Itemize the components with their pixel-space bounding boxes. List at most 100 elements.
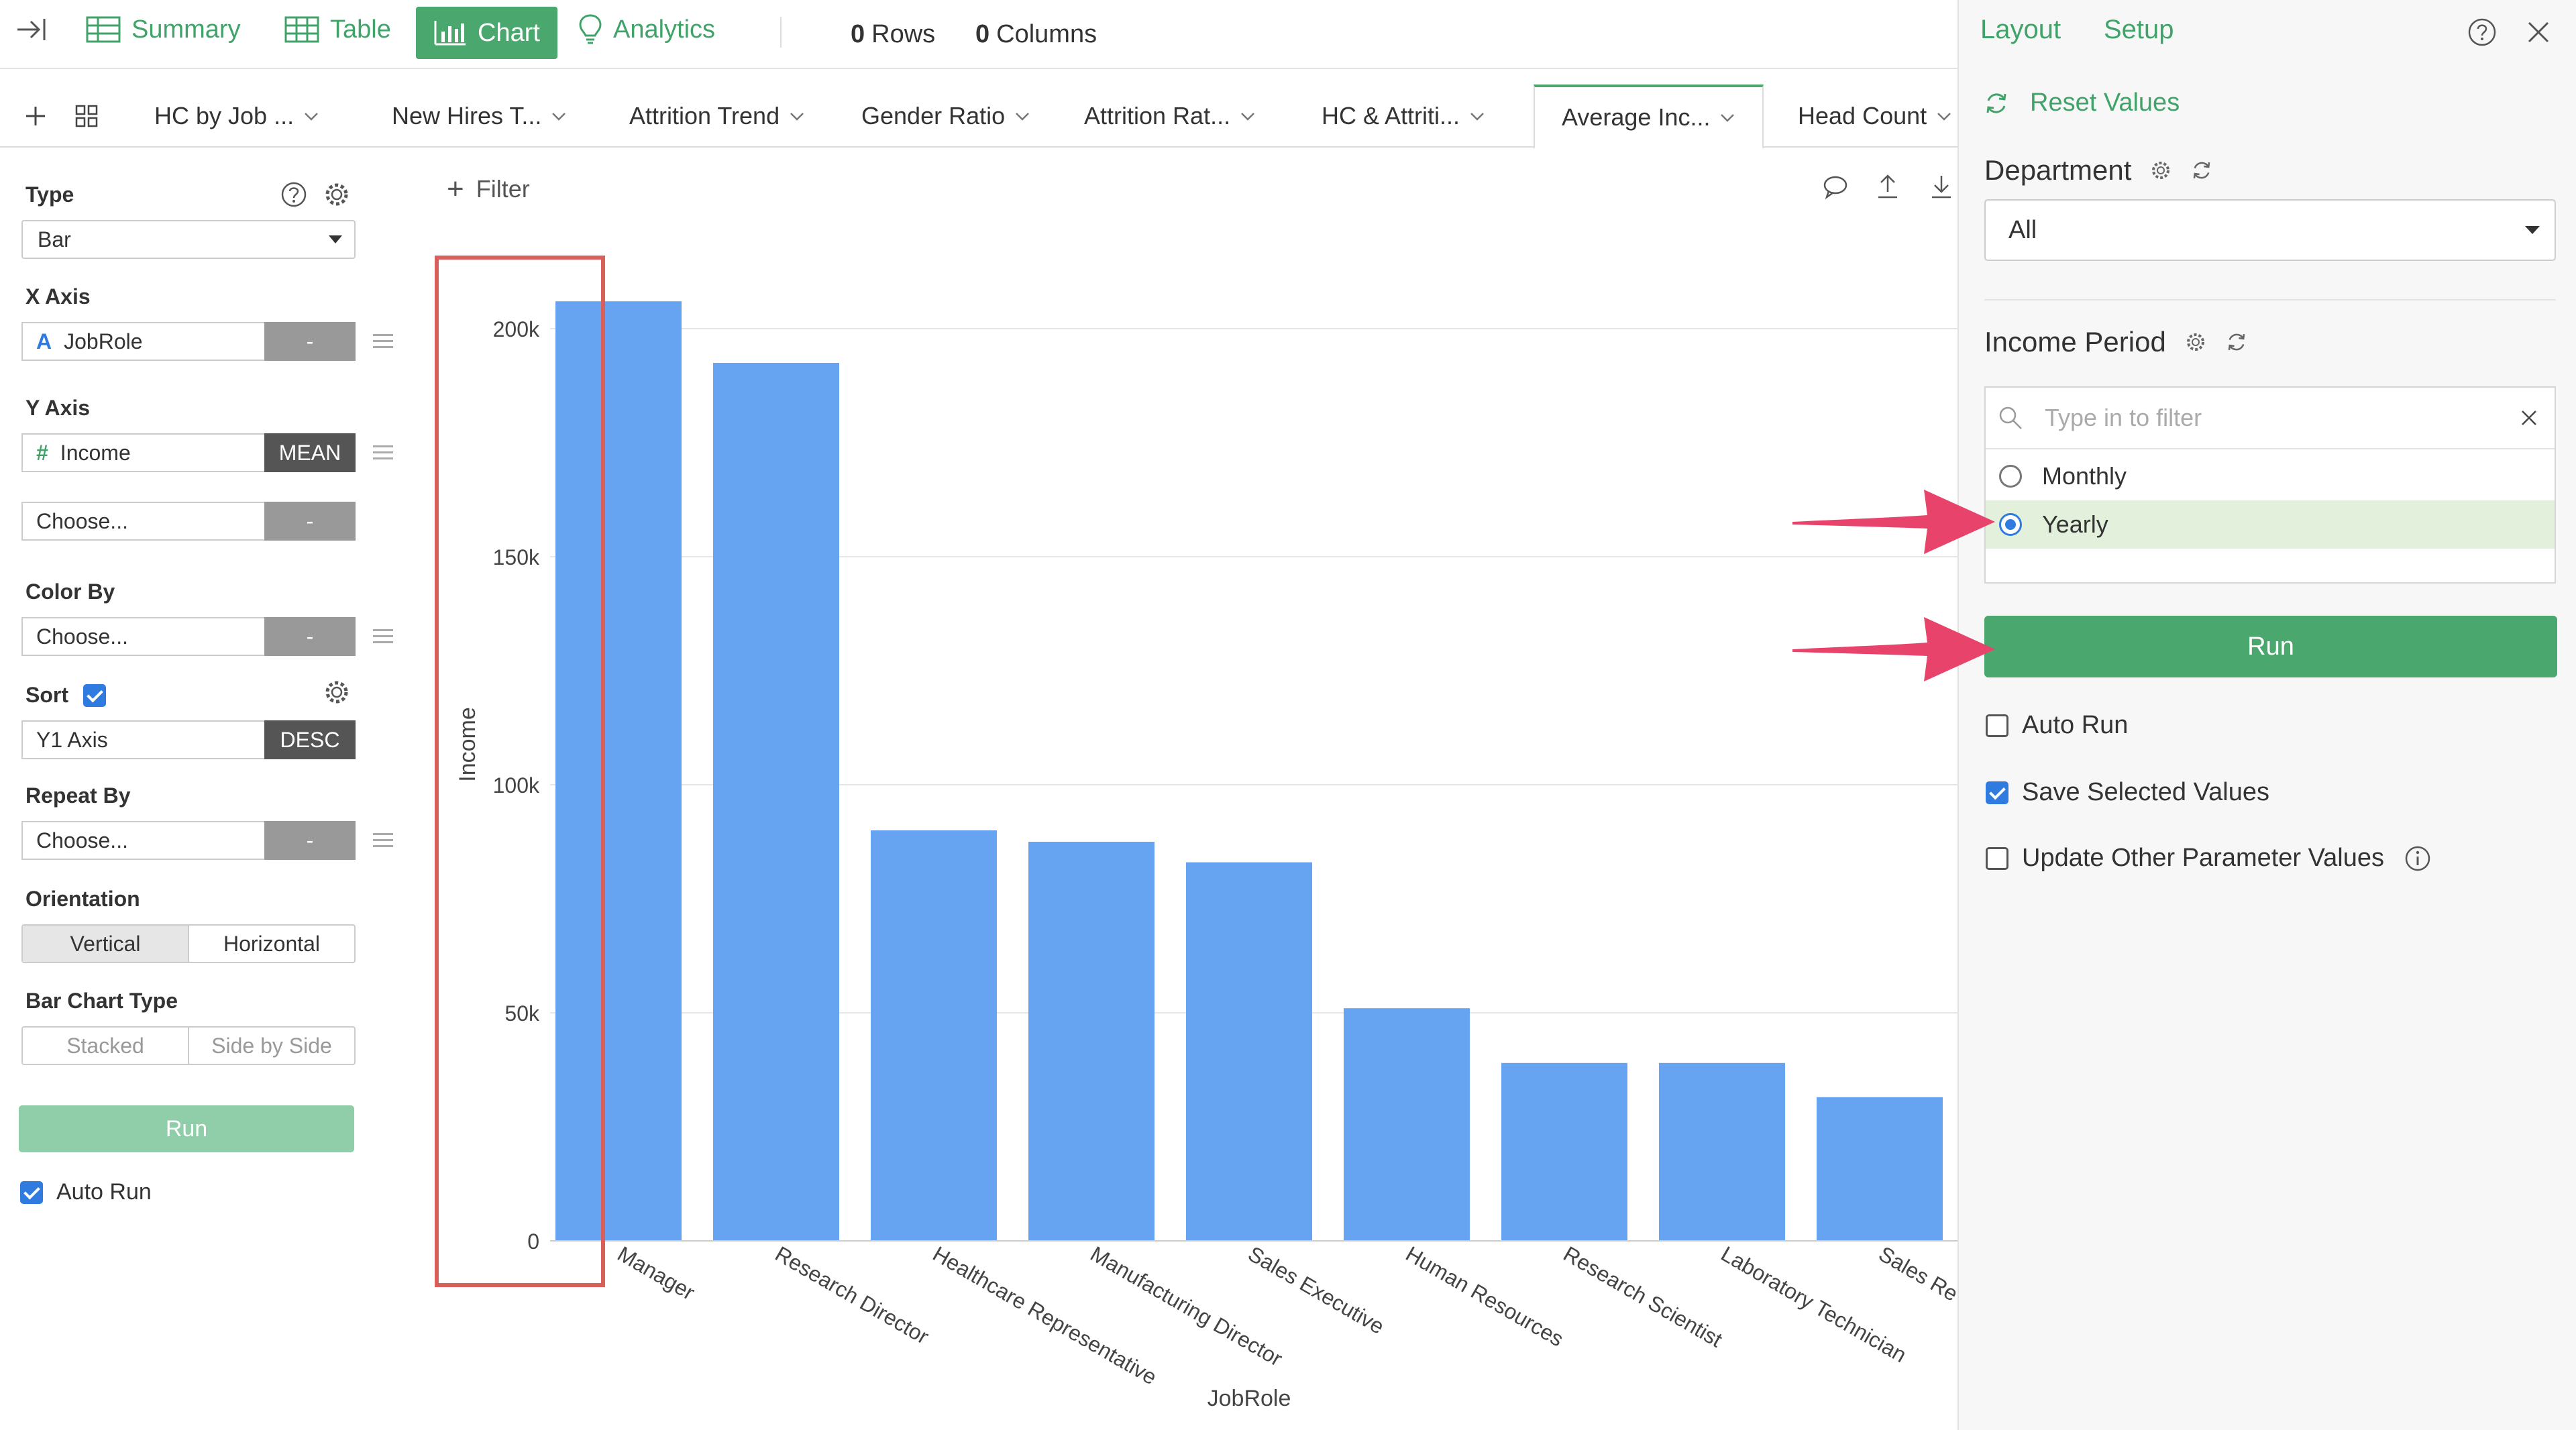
y2-axis-aggregation[interactable]: -	[264, 502, 356, 541]
clear-icon[interactable]	[2520, 408, 2538, 427]
update-other-checkbox[interactable]	[1986, 846, 2008, 870]
bar[interactable]	[1659, 1062, 1785, 1241]
tab-attrition-trend[interactable]: Attrition Trend	[629, 85, 805, 148]
yearly-label: Yearly	[2042, 510, 2108, 538]
gear-icon[interactable]	[323, 181, 350, 211]
bar[interactable]	[713, 363, 839, 1241]
add-filter-button[interactable]: + Filter	[447, 168, 530, 211]
info-icon[interactable]	[2404, 845, 2431, 872]
x-axis-field[interactable]: A JobRole -	[21, 322, 356, 361]
download-icon[interactable]	[1929, 173, 1953, 203]
chevron-down-icon[interactable]	[1240, 108, 1256, 124]
reset-values-button[interactable]: Reset Values	[1983, 89, 2180, 117]
x-tick-label: Manager	[614, 1242, 700, 1305]
nav-analytics[interactable]: Analytics	[578, 0, 715, 59]
chevron-down-icon[interactable]	[551, 108, 567, 124]
y-axis-aggregation[interactable]: MEAN	[264, 433, 356, 472]
nav-chart[interactable]: Chart	[416, 7, 557, 59]
search-icon	[1999, 406, 2022, 429]
add-tab-icon[interactable]	[24, 85, 47, 148]
gear-icon[interactable]	[2150, 160, 2171, 181]
setup-tab[interactable]: Setup	[2104, 15, 2174, 45]
drag-handle-icon[interactable]	[373, 629, 393, 644]
period-option-yearly[interactable]: Yearly	[1986, 500, 2555, 549]
bar-chart: 050k100k150k200k Manager Research Directo…	[455, 301, 1957, 1411]
rows-count: 0 Rows	[851, 0, 935, 69]
chart-config-panel: Type Bar X Axis A JobRole - Y Axis # Inc…	[9, 149, 398, 1430]
chevron-down-icon[interactable]	[1719, 109, 1735, 125]
comment-icon[interactable]	[1822, 173, 1849, 203]
department-select[interactable]: All	[1984, 199, 2556, 261]
chevron-down-icon[interactable]	[789, 108, 805, 124]
x-axis-column[interactable]: A JobRole	[21, 322, 264, 361]
nav-summary[interactable]: Summary	[86, 0, 241, 59]
repeat-by-field[interactable]: Choose... -	[21, 821, 356, 860]
auto-run-checkbox[interactable]	[20, 1180, 43, 1204]
auto-run-row: Auto Run	[1986, 711, 2128, 740]
tab-hc-attrition[interactable]: HC & Attriti...	[1322, 85, 1485, 148]
parameters-run-button[interactable]: Run	[1984, 616, 2557, 677]
refresh-icon[interactable]	[2225, 331, 2248, 353]
bar[interactable]	[1186, 862, 1312, 1241]
x-tick-label: Human Resources	[1402, 1242, 1568, 1352]
income-period-title: Income Period	[1984, 326, 2248, 358]
sort-order[interactable]: DESC	[264, 720, 356, 759]
layout-tab[interactable]: Layout	[1980, 15, 2061, 45]
collapse-panel-icon[interactable]	[15, 0, 48, 59]
chart-type-select[interactable]: Bar	[21, 220, 356, 259]
tab-new-hires[interactable]: New Hires T...	[392, 85, 567, 148]
repeat-by-aggregation[interactable]: -	[264, 821, 356, 860]
sort-field[interactable]: Y1 Axis DESC	[21, 720, 356, 759]
chevron-down-icon[interactable]	[1936, 108, 1952, 124]
stacked-button[interactable]: Stacked	[23, 1028, 188, 1064]
tab-hc-by-job[interactable]: HC by Job ...	[154, 85, 319, 148]
columns-count: 0 Columns	[975, 0, 1097, 69]
chevron-down-icon[interactable]	[1014, 108, 1030, 124]
refresh-icon[interactable]	[2190, 159, 2213, 182]
drag-handle-icon[interactable]	[373, 334, 393, 349]
bar[interactable]	[1817, 1097, 1943, 1241]
gear-icon[interactable]	[323, 679, 350, 709]
orientation-vertical-button[interactable]: Vertical	[23, 926, 188, 962]
y2-axis-column[interactable]: Choose...	[21, 502, 264, 541]
bar[interactable]	[1344, 1008, 1470, 1241]
x-axis-aggregation[interactable]: -	[264, 322, 356, 361]
save-selected-checkbox[interactable]	[1986, 781, 2008, 804]
y2-axis-field[interactable]: Choose... -	[21, 502, 356, 541]
bar[interactable]	[1501, 1062, 1627, 1241]
color-by-aggregation[interactable]: -	[264, 617, 356, 656]
income-period-label: Income Period	[1984, 326, 2166, 358]
x-axis-title: JobRole	[1208, 1386, 1291, 1411]
orientation-horizontal-button[interactable]: Horizontal	[188, 926, 354, 962]
help-icon[interactable]	[2467, 17, 2497, 50]
tab-head-count[interactable]: Head Count	[1798, 85, 1952, 148]
export-upload-icon[interactable]	[1876, 173, 1900, 203]
color-by-field[interactable]: Choose... -	[21, 617, 356, 656]
bar[interactable]	[1028, 842, 1155, 1241]
y-axis-field[interactable]: # Income MEAN	[21, 433, 356, 472]
auto-run-checkbox[interactable]	[1986, 714, 2008, 737]
period-filter-input[interactable]	[2043, 403, 2513, 433]
close-icon[interactable]	[2526, 20, 2551, 48]
tab-label: Gender Ratio	[861, 102, 1006, 129]
color-by-column[interactable]: Choose...	[21, 617, 264, 656]
side-by-side-button[interactable]: Side by Side	[188, 1028, 354, 1064]
drag-handle-icon[interactable]	[373, 445, 393, 460]
drag-handle-icon[interactable]	[373, 833, 393, 848]
tab-gender-ratio[interactable]: Gender Ratio	[861, 85, 1030, 148]
nav-table[interactable]: Table	[284, 0, 391, 59]
tab-average-income[interactable]: Average Inc...	[1534, 85, 1764, 149]
chevron-down-icon[interactable]	[1469, 108, 1485, 124]
run-button[interactable]: Run	[19, 1105, 354, 1152]
help-icon[interactable]	[280, 181, 307, 211]
all-tabs-grid-icon[interactable]	[75, 85, 98, 148]
chevron-down-icon[interactable]	[303, 108, 319, 124]
repeat-by-column[interactable]: Choose...	[21, 821, 264, 860]
sort-checkbox[interactable]	[83, 683, 106, 707]
bar[interactable]	[871, 830, 997, 1241]
gear-icon[interactable]	[2185, 331, 2206, 353]
y-axis-column[interactable]: # Income	[21, 433, 264, 472]
period-option-monthly[interactable]: Monthly	[1986, 452, 2555, 500]
tab-attrition-rate[interactable]: Attrition Rat...	[1084, 85, 1256, 148]
sort-column[interactable]: Y1 Axis	[21, 720, 264, 759]
